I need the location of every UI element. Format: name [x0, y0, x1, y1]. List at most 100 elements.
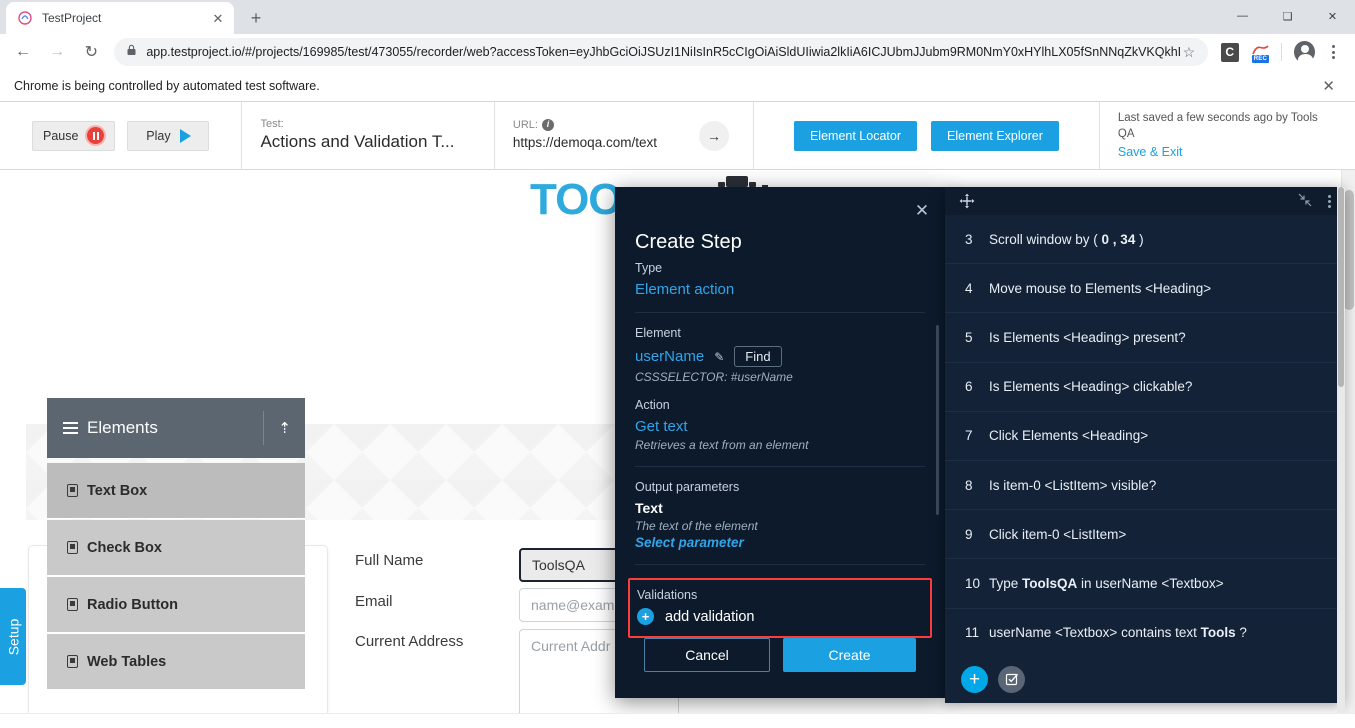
- navigate-button[interactable]: →: [699, 121, 729, 151]
- browser-tab[interactable]: TestProject ✕: [6, 2, 234, 34]
- hamburger-icon: [63, 422, 78, 434]
- step-row[interactable]: 4 Move mouse to Elements <Heading>: [945, 264, 1343, 313]
- email-label: Email: [355, 593, 393, 610]
- saved-status: Last saved a few seconds ago by Tools QA: [1118, 110, 1337, 143]
- steps-list[interactable]: 3 Scroll window by ( 0 , 34 ) 4 Move mou…: [945, 215, 1343, 655]
- panel-scrollbar[interactable]: [1337, 187, 1345, 713]
- browser-window: TestProject ✕ + — ❑ ✕ ← → ↻ app.testproj…: [0, 0, 1355, 728]
- pause-button[interactable]: Pause: [32, 121, 115, 151]
- play-label: Play: [146, 129, 170, 143]
- step-row[interactable]: 3 Scroll window by ( 0 , 34 ): [945, 215, 1343, 264]
- bookmark-star-icon[interactable]: ☆: [1180, 44, 1198, 61]
- move-handle-icon[interactable]: [959, 193, 975, 209]
- play-button[interactable]: Play: [127, 121, 209, 151]
- step-row[interactable]: 10 Type ToolsQA in userName <Textbox>: [945, 559, 1343, 608]
- step-row[interactable]: 11 userName <Textbox> contains text Tool…: [945, 609, 1343, 656]
- html5-icon: [67, 598, 78, 611]
- menu-item-text-box[interactable]: Text Box: [47, 463, 305, 519]
- info-icon[interactable]: i: [542, 119, 554, 131]
- kebab-menu-icon[interactable]: [1328, 195, 1331, 208]
- step-number: 10: [965, 576, 989, 591]
- save-and-exit-link[interactable]: Save & Exit: [1118, 143, 1183, 161]
- close-icon[interactable]: ✕: [911, 199, 933, 221]
- step-row[interactable]: 5 Is Elements <Heading> present?: [945, 313, 1343, 362]
- recorder-header: Pause Play Test: Actions and Validation …: [0, 102, 1355, 170]
- element-explorer-button[interactable]: Element Explorer: [931, 121, 1059, 151]
- menu-item-label: Radio Button: [87, 597, 178, 613]
- step-row[interactable]: 8 Is item-0 <ListItem> visible?: [945, 461, 1343, 510]
- output-parameter-name: Text: [635, 500, 925, 516]
- html5-icon: [67, 541, 78, 554]
- dialog-actions: Cancel Create: [615, 638, 945, 672]
- setup-tab[interactable]: Setup: [0, 588, 26, 685]
- html5-icon: [67, 655, 78, 668]
- step-text: Type ToolsQA in userName <Textbox>: [989, 576, 1327, 591]
- toolsqa-logo-mark: [710, 172, 770, 188]
- collapse-up-icon[interactable]: ⇡: [263, 411, 291, 445]
- checkbox-icon[interactable]: [998, 666, 1025, 693]
- chrome-menu-icon[interactable]: [1323, 40, 1345, 64]
- toolsqa-logo: TOO: [530, 178, 622, 222]
- browser-toolbar: ← → ↻ app.testproject.io/#/projects/1699…: [0, 34, 1355, 70]
- minimize-button[interactable]: —: [1220, 0, 1265, 32]
- window-close-button[interactable]: ✕: [1310, 0, 1355, 32]
- reload-icon[interactable]: ↻: [78, 38, 104, 66]
- find-button[interactable]: Find: [734, 346, 781, 367]
- create-button[interactable]: Create: [783, 638, 916, 672]
- pause-label: Pause: [43, 129, 78, 143]
- extension-rec-icon[interactable]: REC: [1251, 42, 1271, 63]
- lock-icon: [126, 43, 138, 61]
- step-text: Is item-0 <ListItem> visible?: [989, 478, 1327, 493]
- step-row[interactable]: 6 Is Elements <Heading> clickable?: [945, 363, 1343, 412]
- step-row[interactable]: 7 Click Elements <Heading>: [945, 412, 1343, 461]
- url-value: https://demoqa.com/text: [513, 133, 657, 153]
- step-number: 4: [965, 281, 989, 296]
- profile-avatar-icon[interactable]: [1294, 41, 1315, 63]
- group-title: Elements: [87, 418, 158, 438]
- elements-group-header[interactable]: Elements ⇡: [47, 398, 305, 458]
- select-parameter-link[interactable]: Select parameter: [635, 535, 925, 550]
- step-row[interactable]: 9 Click item-0 <ListItem>: [945, 510, 1343, 559]
- new-tab-button[interactable]: +: [242, 4, 270, 32]
- step-text: Click item-0 <ListItem>: [989, 527, 1327, 542]
- menu-item-radio-button[interactable]: Radio Button: [47, 577, 305, 633]
- dialog-body: Type Element action Element userName ✎ F…: [615, 261, 945, 638]
- menu-item-check-box[interactable]: Check Box: [47, 520, 305, 576]
- cancel-button[interactable]: Cancel: [644, 638, 770, 672]
- collapse-arrows-icon[interactable]: [1298, 193, 1312, 210]
- testproject-favicon: [17, 10, 33, 26]
- step-text: Is Elements <Heading> clickable?: [989, 379, 1327, 394]
- extension-c-icon[interactable]: C: [1221, 43, 1239, 62]
- tab-title: TestProject: [42, 11, 210, 25]
- save-block: Last saved a few seconds ago by Tools QA…: [1100, 102, 1355, 169]
- infobar-close-icon[interactable]: ✕: [1316, 77, 1341, 95]
- steps-panel-header[interactable]: [945, 187, 1343, 215]
- step-text: Click Elements <Heading>: [989, 428, 1327, 443]
- steps-panel-footer: +: [945, 655, 1343, 703]
- menu-item-web-tables[interactable]: Web Tables: [47, 634, 305, 690]
- pencil-icon[interactable]: ✎: [714, 350, 724, 364]
- element-locator-button[interactable]: Element Locator: [794, 121, 917, 151]
- rec-badge-label: REC: [1252, 55, 1269, 63]
- element-selector: CSSSELECTOR: #userName: [635, 370, 925, 384]
- close-icon[interactable]: ✕: [210, 10, 226, 26]
- address-bar[interactable]: app.testproject.io/#/projects/169985/tes…: [114, 38, 1208, 66]
- add-validation-button[interactable]: + add validation: [637, 608, 923, 625]
- action-hint: Retrieves a text from an element: [635, 438, 925, 452]
- dialog-scrollbar[interactable]: [936, 325, 939, 515]
- step-number: 7: [965, 428, 989, 443]
- element-name[interactable]: userName: [635, 348, 704, 365]
- back-arrow-icon[interactable]: ←: [10, 38, 36, 66]
- menu-item-label: Check Box: [87, 540, 162, 556]
- action-value[interactable]: Get text: [635, 418, 925, 435]
- add-step-button[interactable]: +: [961, 666, 988, 693]
- setup-tab-label: Setup: [5, 618, 21, 655]
- divider: [635, 564, 925, 565]
- step-number: 6: [965, 379, 989, 394]
- test-name-block: Test: Actions and Validation T...: [242, 102, 494, 169]
- test-caption: Test:: [260, 117, 283, 131]
- type-value[interactable]: Element action: [635, 281, 925, 298]
- maximize-button[interactable]: ❑: [1265, 0, 1310, 32]
- url-text: app.testproject.io/#/projects/169985/tes…: [146, 45, 1180, 59]
- bottom-strip: [0, 713, 1355, 728]
